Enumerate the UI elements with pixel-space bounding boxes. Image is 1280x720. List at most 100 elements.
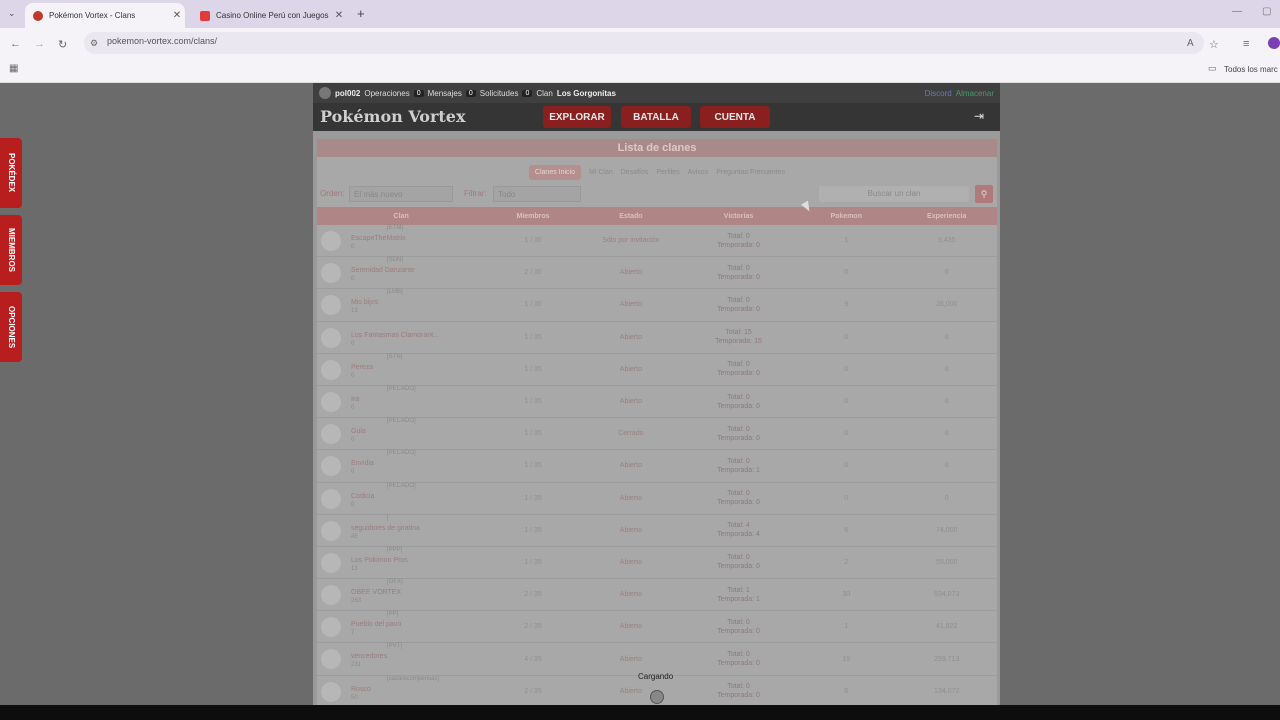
table-row[interactable]: [ETM] EscapeTheMatrix 0 1 / 35 Sólo por invi… xyxy=(317,225,997,258)
members-cell: 4 / 35 xyxy=(485,642,581,676)
clan-name-link[interactable]: OBEE VORTEX xyxy=(351,589,401,596)
clan-name-link[interactable]: Pereza xyxy=(351,364,373,371)
experience-cell: 0 xyxy=(896,417,997,451)
clan-name-link[interactable]: Codicia xyxy=(351,493,374,500)
new-tab-icon[interactable]: + xyxy=(357,6,365,21)
table-row[interactable]: Los Fantasmas Clamorant... 0 1 / 35 Abierto… xyxy=(317,321,997,354)
experience-cell: 259,713 xyxy=(896,642,997,676)
requests-link[interactable]: Solicitudes xyxy=(480,89,519,98)
clan-name-link[interactable]: Rosco xyxy=(351,686,371,693)
clan-name-link[interactable]: Serenidad Danzante xyxy=(351,267,415,274)
side-tab-members[interactable]: MIEMBROS xyxy=(0,215,22,285)
subtab-mi-clan[interactable]: Mi Clan xyxy=(589,169,613,176)
close-tab-icon[interactable]: ✕ xyxy=(331,10,347,21)
reload-icon[interactable]: ↻ xyxy=(58,38,67,51)
table-row[interactable]: [PECADO] Gula 0 1 / 35 Cerrado Total: 0 Tempor… xyxy=(317,417,997,451)
table-row[interactable]: [PVT] vencedores 231 4 / 35 Abierto Total: 0T… xyxy=(317,642,997,676)
search-icon[interactable]: ⚲ xyxy=(975,185,993,203)
side-tab-options[interactable]: OPCIONES xyxy=(0,292,22,362)
messages-link[interactable]: Mensajes xyxy=(428,89,462,98)
table-row[interactable]: [LMB] Mis bijos 13 1 / 35 Abierto Total: 0 Tem… xyxy=(317,288,997,322)
url-text[interactable]: pokemon-vortex.com/clans/ xyxy=(107,36,217,46)
table-row[interactable]: [PPP] Los Pokimon Pros 13 1 / 35 Abierto Tota… xyxy=(317,546,997,580)
subtab-perfiles[interactable]: Perfiles xyxy=(656,169,679,176)
translate-icon[interactable]: A xyxy=(1187,38,1194,49)
table-row[interactable]: [seguidores de giratina 45 1 / 35 Abierto To… xyxy=(317,514,997,547)
tab-pokemon-vortex[interactable]: Pokémon Vortex - Clans ✕ xyxy=(25,3,185,28)
filter-select[interactable]: Todo xyxy=(493,186,581,202)
store-link[interactable]: Almacenar xyxy=(956,89,994,98)
clan-avatar xyxy=(321,681,341,702)
tab-casino[interactable]: Casino Online Perú con Juegos ✕ xyxy=(192,3,347,28)
table-row[interactable]: [PECADO] Envidia 0 1 / 35 Abierto Total: 0 Tem… xyxy=(317,449,997,483)
minimize-window-icon[interactable]: — xyxy=(1232,6,1242,17)
side-tab-pokedex[interactable]: POKÉDEX xyxy=(0,138,22,208)
col-members[interactable]: Miembros xyxy=(485,207,581,225)
clan-name[interactable]: Los Gorgonitas xyxy=(557,89,616,98)
pokemon-cell: 1 xyxy=(796,225,897,258)
status-cell: Abierto xyxy=(580,578,681,612)
username[interactable]: pol002 xyxy=(335,89,360,98)
clan-name-link[interactable]: Pueblo del pavo xyxy=(351,621,401,628)
subtab-clanes-inicio[interactable]: Clanes Inicio xyxy=(528,164,581,180)
omnibox[interactable] xyxy=(84,32,1204,54)
col-clan[interactable]: Clan xyxy=(317,207,486,225)
media-icon[interactable]: ≡ xyxy=(1243,38,1249,50)
profile-avatar[interactable] xyxy=(1268,37,1280,49)
nav-explorar-button[interactable]: EXPLORAR xyxy=(543,106,611,128)
clan-name-link[interactable]: Ira xyxy=(351,396,359,403)
victories-cell: Total: 0 Temporada: 0 xyxy=(681,288,797,322)
victories-season: Temporada: 0 xyxy=(717,692,760,700)
user-avatar xyxy=(319,87,331,99)
clan-cell: [PPP] Los Pokimon Pros 13 xyxy=(317,546,486,580)
table-row[interactable]: [PP] Pueblo del pavo 7 2 / 35 Abierto Total: … xyxy=(317,610,997,644)
table-row[interactable]: [PECADO] Codicia 0 1 / 35 Abierto Total: 0 Tem… xyxy=(317,482,997,515)
tab-search-icon[interactable]: ⌄ xyxy=(8,8,16,19)
clan-avatar xyxy=(321,359,341,380)
close-tab-icon[interactable]: ✕ xyxy=(169,10,185,21)
order-select[interactable]: El más nuevo xyxy=(349,186,453,202)
clan-link[interactable]: Clan xyxy=(536,89,552,98)
clan-name-link[interactable]: Los Fantasmas Clamorant... xyxy=(351,332,439,339)
subtab-avisos[interactable]: Avisos xyxy=(688,169,709,176)
clan-level: 0 xyxy=(351,437,355,444)
clan-name-link[interactable]: Gula xyxy=(351,428,366,435)
clan-level: 0 xyxy=(351,244,355,250)
nav-batalla-button[interactable]: BATALLA xyxy=(621,106,691,128)
search-input[interactable]: Buscar un clan xyxy=(819,186,969,202)
col-status[interactable]: Estado xyxy=(580,207,681,225)
members-cell: 1 / 35 xyxy=(485,514,581,547)
site-info-icon[interactable]: ⚙ xyxy=(90,38,98,49)
back-icon[interactable]: ← xyxy=(10,38,21,50)
site-logo[interactable]: Pokémon Vortex xyxy=(320,107,466,126)
subtab-desafios[interactable]: Desafíos xyxy=(621,169,649,176)
table-row[interactable]: [STN] Pereza 0 1 / 35 Abierto Total: 0 Tempora… xyxy=(317,353,997,386)
clan-name-link[interactable]: Mis bijos xyxy=(351,299,378,306)
nav-cuenta-button[interactable]: CUENTA xyxy=(700,106,770,128)
clan-avatar xyxy=(321,488,341,509)
victories-total: Total: 0 xyxy=(727,618,750,626)
subtab-faq[interactable]: Preguntas Frecuentes xyxy=(716,169,785,176)
clan-name-link[interactable]: seguidores de giratina xyxy=(351,525,420,532)
all-bookmarks-link[interactable]: Todos los marc xyxy=(1224,65,1278,74)
clan-name-link[interactable]: vencedores xyxy=(351,653,387,660)
members-cell: 1 / 35 xyxy=(485,449,581,483)
clan-name-link[interactable]: Envidia xyxy=(351,460,374,467)
table-row[interactable]: [SDN] Serenidad Danzante 0 2 / 35 Abierto Tot… xyxy=(317,256,997,290)
maximize-window-icon[interactable]: ▢ xyxy=(1262,6,1271,17)
clan-tag: [cazarecompensas] xyxy=(387,675,440,682)
experience-cell: 6,435 xyxy=(896,225,997,258)
logout-icon[interactable]: ⇥ xyxy=(974,109,984,123)
table-row[interactable]: [PECADO] Ira 0 1 / 35 Abierto Total: 0 Tempora… xyxy=(317,385,997,419)
clan-name-link[interactable]: Los Pokimon Pros xyxy=(351,557,408,564)
table-row[interactable]: [OFX] OBEE VORTEX 263 2 / 35 Abierto Total: 1… xyxy=(317,578,997,612)
apps-grid-icon[interactable]: ▦ xyxy=(9,63,18,74)
clan-name-link[interactable]: EscapeTheMatrix xyxy=(351,235,405,242)
col-experience[interactable]: Experiencia xyxy=(896,207,997,225)
operations-link[interactable]: Operaciones xyxy=(364,89,409,98)
discord-link[interactable]: Discord xyxy=(925,89,952,98)
victories-season: Temporada: 1 xyxy=(717,466,760,474)
bookmark-star-icon[interactable]: ☆ xyxy=(1209,38,1219,51)
col-victories[interactable]: Victorias xyxy=(681,207,797,225)
forward-icon[interactable]: → xyxy=(34,38,45,50)
